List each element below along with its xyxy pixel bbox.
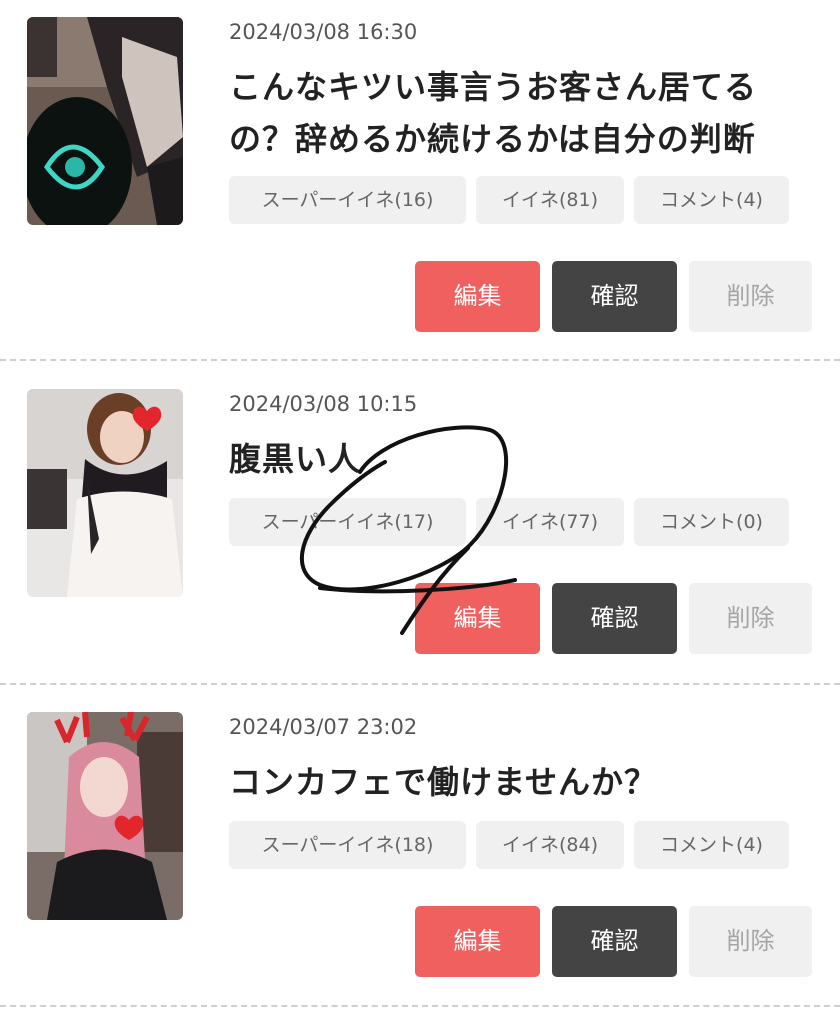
delete-button[interactable]: 削除 [689,583,812,654]
post-item: 2024/03/07 23:02 コンカフェで働けませんか？ スーパーイイネ(1… [0,712,840,1035]
delete-button[interactable]: 削除 [689,261,812,332]
post-divider [0,683,840,685]
post-item: 2024/03/08 16:30 こんなキツい事言うお客さん居てるの？辞めるか続… [0,17,840,340]
thumbnail-image [27,389,183,597]
post-actions: 編集 確認 削除 [415,583,812,654]
super-like-count: スーパーイイネ(16) [229,176,466,224]
post-actions: 編集 確認 削除 [415,261,812,332]
edit-button[interactable]: 編集 [415,906,540,977]
like-count: イイネ(77) [476,498,624,546]
thumbnail-image [27,712,183,920]
reaction-chips: スーパーイイネ(16) イイネ(81) コメント(4) [229,176,789,224]
edit-button[interactable]: 編集 [415,583,540,654]
post-title[interactable]: コンカフェで働けませんか？ [229,756,819,808]
post-date: 2024/03/08 16:30 [229,20,418,44]
comment-count: コメント(4) [634,821,789,869]
delete-button[interactable]: 削除 [689,906,812,977]
post-thumbnail[interactable] [27,712,183,920]
super-like-count: スーパーイイネ(18) [229,821,466,869]
comment-count: コメント(4) [634,176,789,224]
post-divider [0,1005,840,1007]
comment-count: コメント(0) [634,498,789,546]
post-title[interactable]: 腹黒い人 [229,433,819,485]
super-like-count: スーパーイイネ(17) [229,498,466,546]
post-title[interactable]: こんなキツい事言うお客さん居てるの？辞めるか続けるかは自分の判断 [229,61,819,165]
thumbnail-image [27,17,183,225]
post-thumbnail[interactable] [27,389,183,597]
post-date: 2024/03/08 10:15 [229,392,418,416]
post-divider [0,359,840,361]
reaction-chips: スーパーイイネ(18) イイネ(84) コメント(4) [229,821,789,869]
post-thumbnail[interactable] [27,17,183,225]
confirm-button[interactable]: 確認 [552,906,677,977]
edit-button[interactable]: 編集 [415,261,540,332]
post-actions: 編集 確認 削除 [415,906,812,977]
like-count: イイネ(81) [476,176,624,224]
confirm-button[interactable]: 確認 [552,261,677,332]
post-date: 2024/03/07 23:02 [229,715,418,739]
reaction-chips: スーパーイイネ(17) イイネ(77) コメント(0) [229,498,789,546]
confirm-button[interactable]: 確認 [552,583,677,654]
post-item: 2024/03/08 10:15 腹黒い人 スーパーイイネ(17) イイネ(77… [0,389,840,712]
like-count: イイネ(84) [476,821,624,869]
